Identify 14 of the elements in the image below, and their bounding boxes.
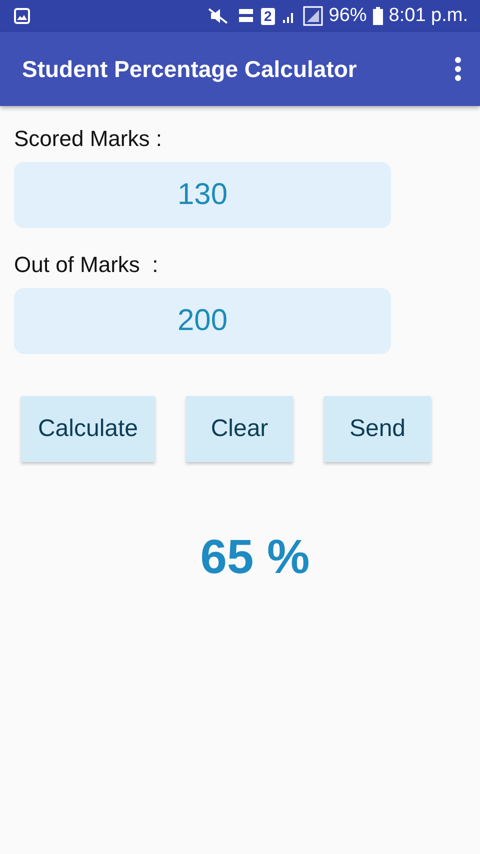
action-button[interactable]: Clear	[186, 396, 293, 462]
overflow-menu-icon[interactable]	[454, 57, 462, 81]
battery-percent: 96%	[328, 5, 367, 27]
percentage-result: 65 %	[200, 530, 310, 585]
sim-badge: 2	[260, 8, 275, 24]
action-button[interactable]: Send	[324, 396, 431, 462]
gallery-icon	[14, 8, 30, 24]
action-button[interactable]: Calculate	[21, 396, 155, 462]
field-label: Scored Marks :	[14, 126, 163, 152]
app-title: Student Percentage Calculator	[22, 56, 358, 82]
clock: 8:01 p.m.	[388, 5, 468, 27]
field-label: Out of Marks :	[14, 252, 160, 278]
signal-icon	[302, 6, 323, 26]
battery-icon	[372, 7, 383, 25]
